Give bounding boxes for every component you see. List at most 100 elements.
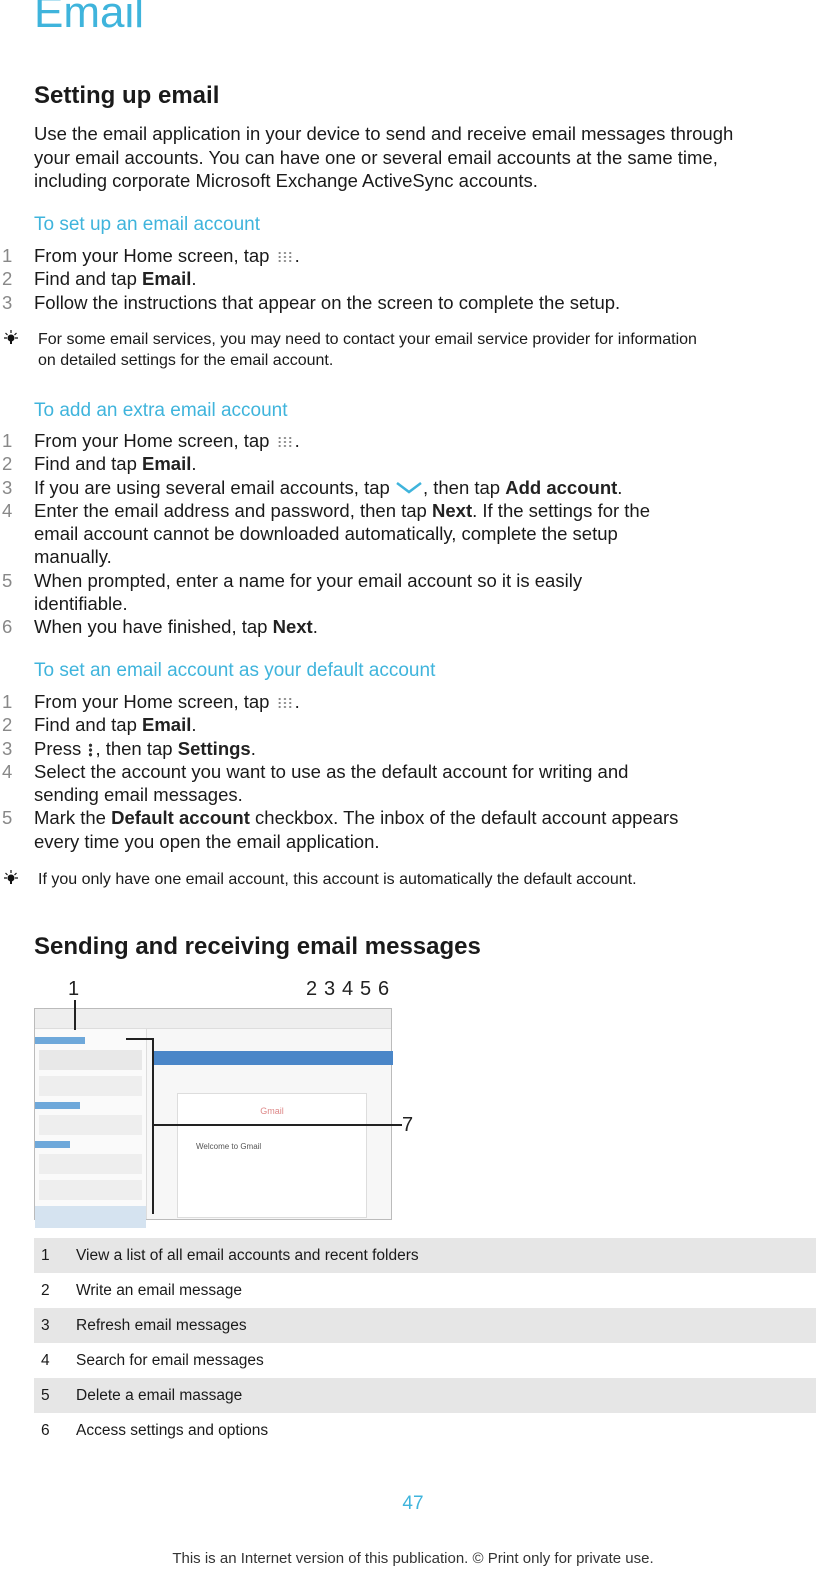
text: Follow the instructions that appear on t… (34, 291, 621, 313)
step-number: 4 (2, 760, 13, 782)
row-number: 6 (41, 1421, 50, 1439)
text: every time you open the email applicatio… (34, 830, 380, 852)
text: . (617, 476, 623, 498)
text: identifiable. (34, 593, 128, 615)
text: From your Home screen, tap (34, 691, 275, 712)
step-number: 2 (2, 714, 13, 736)
text: Find and tap (34, 453, 142, 475)
text: . (312, 616, 318, 638)
row-number: 5 (41, 1386, 50, 1404)
step: 2 Find and tap Email. (0, 713, 734, 736)
row-number: 2 (41, 1281, 50, 1299)
legend-table: 1 View a list of all email accounts and r… (34, 1238, 816, 1448)
table-row: 1 View a list of all email accounts and r… (34, 1238, 816, 1273)
step-number: 3 (2, 737, 13, 759)
text: . (294, 430, 300, 451)
table-row: 2 Write an email message (34, 1273, 816, 1308)
text: Find and tap (34, 268, 142, 290)
preview-text: Welcome to Gmail (196, 1142, 262, 1151)
tip: For some email services, you may need to… (0, 330, 697, 371)
page-title: Email (34, 0, 145, 37)
bold-text: Email (142, 268, 192, 290)
step: 1 From your Home screen, tap . (0, 690, 734, 713)
step-number: 3 (2, 291, 13, 313)
step-number: 1 (2, 691, 13, 712)
tip: If you only have one email account, this… (0, 870, 637, 893)
intro-paragraph: Use the email application in your device… (34, 122, 824, 193)
text: When you have finished, tap (34, 616, 273, 638)
step-number: 1 (2, 430, 13, 451)
steps-list: 1 From your Home screen, tap . 2 Find and … (0, 244, 734, 314)
bold-text: Default account (111, 807, 250, 829)
row-text: Search for email messages (76, 1351, 264, 1369)
text: . (294, 245, 300, 266)
text: checkbox. The inbox of the default accou… (249, 807, 679, 829)
step-number: 2 (2, 453, 13, 475)
text-line: on detailed settings for the email accou… (38, 351, 334, 369)
bold-text: Add account (505, 476, 618, 498)
text: sending email messages. (34, 784, 243, 806)
apps-icon (276, 436, 293, 448)
text: . (191, 268, 197, 290)
action-bar (35, 1009, 391, 1029)
bold-text: Settings (177, 737, 251, 759)
text: Mark the (34, 807, 112, 829)
text: , then tap (422, 476, 506, 498)
text: email account cannot be downloaded autom… (34, 523, 618, 545)
text-line: Use the email application in your device… (34, 123, 734, 144)
step-number: 6 (2, 616, 13, 638)
step-number: 1 (2, 245, 13, 266)
step-number: 5 (2, 569, 13, 591)
table-row: 5 Delete a email massage (34, 1378, 816, 1413)
lightbulb-icon (0, 870, 38, 893)
step-number: 5 (2, 807, 13, 829)
text: . (191, 714, 197, 736)
row-text: Refresh email messages (76, 1316, 247, 1334)
text: Press (34, 737, 87, 759)
text-line: If you only have one email account, this… (38, 871, 637, 888)
step: 2 Find and tap Email. (0, 452, 734, 475)
callout-3: 3 (324, 978, 336, 1000)
message-list (35, 1029, 147, 1228)
text: Enter the email address and password, th… (34, 499, 432, 521)
text: Select the account you want to use as th… (34, 760, 629, 782)
callout-4: 4 (342, 978, 354, 1000)
table-row: 6 Access settings and options (34, 1413, 816, 1448)
step: 5 When prompted, enter a name for your em… (0, 569, 734, 616)
step-number: 3 (2, 476, 13, 498)
text: Find and tap (34, 714, 142, 736)
section-heading: Sending and receiving email messages (34, 933, 481, 960)
step-number: 4 (2, 499, 13, 521)
text: . (250, 737, 256, 759)
step: 2 Find and tap Email. (0, 267, 734, 290)
footer-note: This is an Internet version of this publ… (172, 1550, 654, 1567)
menu-dots-icon (88, 742, 94, 757)
row-text: Delete a email massage (76, 1386, 243, 1404)
text: , then tap (95, 737, 178, 759)
bold-text: Next (432, 499, 473, 521)
step: 5 Mark the Default account checkbox. The … (0, 806, 734, 853)
row-number: 4 (41, 1351, 50, 1369)
bold-text: Next (272, 616, 313, 638)
text: If you are using several email accounts,… (34, 476, 395, 498)
subheading: To add an extra email account (34, 400, 288, 421)
lightbulb-icon (0, 330, 38, 371)
text: . (294, 691, 300, 712)
apps-icon (276, 251, 293, 263)
text-line: including corporate Microsoft Exchange A… (34, 170, 538, 191)
step: 1 From your Home screen, tap . (0, 429, 734, 452)
callout-5: 5 (360, 978, 372, 1000)
text-line: your email accounts. You can have one or… (34, 146, 718, 168)
message-preview: Gmail Welcome to Gmail (177, 1093, 367, 1218)
text: From your Home screen, tap (34, 245, 275, 266)
subheading: To set up an email account (34, 214, 261, 235)
step: 3 If you are using several email accounts… (0, 476, 734, 499)
accounts-dropdown-icon (396, 481, 422, 494)
subheading: To set an email account as your default … (34, 660, 436, 681)
text: . If the settings for the (472, 499, 651, 521)
step: 3 Press , then tap Settings. (0, 737, 734, 760)
row-number: 1 (41, 1246, 50, 1264)
bold-text: Email (142, 453, 192, 475)
callout-2: 2 (306, 978, 318, 1000)
callout-1: 1 (68, 978, 80, 1000)
